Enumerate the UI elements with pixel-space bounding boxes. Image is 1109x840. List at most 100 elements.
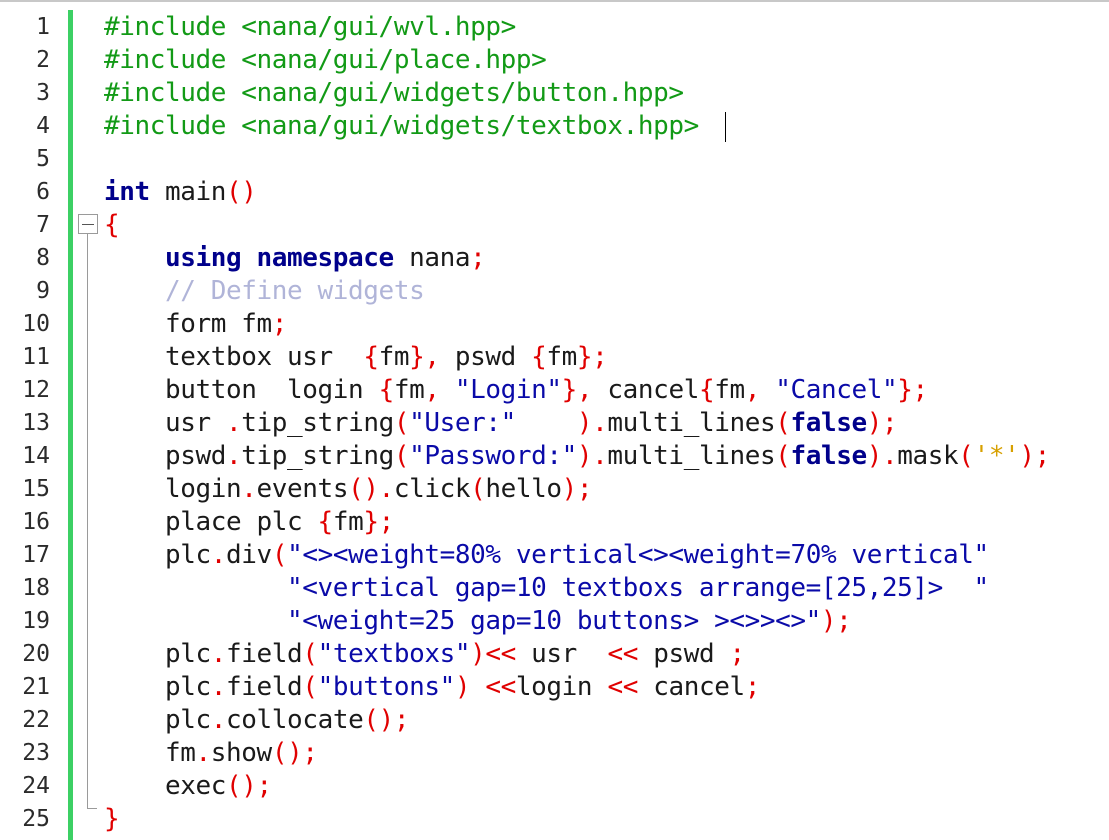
code-token: fm [104, 738, 196, 768]
code-line[interactable]: textbox usr {fm}, pswd {fm}; [104, 341, 608, 374]
code-token: usr [515, 639, 608, 669]
code-line[interactable]: form fm; [104, 308, 287, 341]
code-token: ( [775, 441, 791, 471]
code-token: . [210, 672, 227, 702]
code-token: }; [897, 375, 928, 405]
line-number-gutter: 1 2 3 4 5 6 7 8 9 10 11 12 13 14 15 16 17 18 19 20 21 22 23 24 2… [0, 0, 68, 840]
code-token: ). [576, 441, 608, 471]
code-line[interactable]: plc.div("<><weight=80% vertical<><weight… [104, 539, 989, 572]
code-line[interactable]: // Define widgets [104, 275, 425, 308]
code-token: () [226, 177, 257, 207]
line-number: 15 [22, 476, 50, 502]
code-token: ( [775, 408, 791, 438]
code-token: place plc [104, 507, 318, 537]
code-token: }; [576, 342, 608, 372]
code-line[interactable]: plc.field("textboxs")<< usr << pswd ; [104, 638, 745, 671]
code-line[interactable]: { [104, 209, 120, 242]
code-token: fm [332, 507, 364, 537]
code-line[interactable]: "<vertical gap=10 textboxs arrange=[25,2… [104, 572, 989, 605]
text-caret [725, 112, 726, 142]
code-token: click [393, 474, 471, 504]
code-token: ). [866, 441, 898, 471]
code-token: main [149, 177, 227, 207]
code-line[interactable]: #include <nana/gui/place.hpp> [104, 44, 547, 77]
code-token: plc [104, 639, 211, 669]
code-token: ; [729, 639, 745, 669]
line-number: 23 [22, 740, 50, 766]
code-line[interactable]: } [104, 803, 120, 836]
code-line[interactable]: plc.collocate(); [104, 704, 409, 737]
code-token: "textboxs" [317, 639, 471, 669]
code-token: . [210, 639, 227, 669]
code-line[interactable]: #include <nana/gui/widgets/textbox.hpp> [104, 110, 699, 143]
code-token: false [790, 441, 867, 471]
code-line[interactable]: #include <nana/gui/wvl.hpp> [104, 11, 516, 44]
code-token: )<< [470, 639, 516, 669]
code-token: "<vertical gap=10 textboxs arrange=[25,2… [287, 573, 989, 603]
code-token: ); [561, 474, 593, 504]
code-token: show [210, 738, 272, 768]
code-token: "<weight=25 gap=10 buttons> ><>><>" [287, 606, 821, 636]
line-number: 12 [22, 377, 50, 403]
code-token: #include <nana/gui/widgets/textbox.hpp> [104, 111, 699, 141]
code-token: #include <nana/gui/widgets/button.hpp> [104, 78, 684, 108]
code-token: hello [485, 474, 562, 504]
code-token: pswd [104, 441, 227, 471]
line-number: 24 [22, 773, 50, 799]
code-editor[interactable]: 1 2 3 4 5 6 7 8 9 10 11 12 13 14 15 16 17 18 19 20 21 22 23 24 2… [0, 0, 1109, 840]
code-token: { [317, 507, 334, 537]
fold-collapse-icon[interactable] [78, 214, 98, 234]
code-token: (). [348, 474, 394, 504]
code-token: . [195, 738, 212, 768]
code-token: multi_lines [607, 408, 776, 438]
code-token: '*' [973, 441, 1020, 471]
code-token: ; [271, 309, 288, 339]
line-number: 10 [22, 311, 50, 337]
fold-guide-line [87, 234, 88, 809]
code-token: { [104, 210, 120, 240]
code-line[interactable]: usr .tip_string("User:" ).multi_lines(fa… [104, 407, 898, 440]
code-token: . [241, 474, 257, 504]
code-token: ( [393, 408, 410, 438]
code-token: (); [271, 738, 318, 768]
code-token: fm [393, 375, 425, 405]
code-line[interactable]: #include <nana/gui/widgets/button.hpp> [104, 77, 684, 110]
code-line[interactable]: "<weight=25 gap=10 buttons> ><>><>"); [104, 605, 852, 638]
code-line[interactable]: int main() [104, 176, 257, 209]
code-line[interactable]: exec(); [104, 770, 272, 803]
code-token: , [744, 375, 761, 405]
line-number: 14 [22, 443, 50, 469]
code-token: "buttons" [317, 672, 456, 702]
line-number: 20 [22, 641, 50, 667]
code-line[interactable]: fm.show(); [104, 737, 318, 770]
code-line[interactable]: using namespace nana; [104, 242, 486, 275]
code-line[interactable]: button login {fm, "Login"}, cancel{fm, "… [104, 374, 928, 407]
code-token: . [210, 705, 227, 735]
code-token: "Login" [454, 375, 562, 405]
code-token: }, [409, 342, 440, 372]
code-token: ; [744, 672, 761, 702]
code-token: "<><weight=80% vertical<><weight=70% ver… [287, 540, 989, 570]
code-token: textbox usr [104, 342, 364, 372]
code-token: { [378, 375, 395, 405]
line-number: 22 [22, 707, 50, 733]
code-token: usr [104, 408, 227, 438]
code-token: ); [1019, 441, 1050, 471]
line-number: 21 [22, 674, 50, 700]
code-line[interactable]: plc.field("buttons") <<login << cancel; [104, 671, 760, 704]
line-number: 16 [22, 509, 50, 535]
code-token: plc [104, 540, 211, 570]
line-number: 25 [22, 806, 50, 832]
line-number: 3 [36, 80, 50, 106]
code-token: ) [454, 672, 471, 702]
code-token: tip_string [241, 441, 394, 471]
code-token: }; [363, 507, 394, 537]
line-number: 7 [36, 212, 50, 238]
code-line[interactable]: login.events().click(hello); [104, 473, 593, 506]
code-line[interactable]: pswd.tip_string("Password:").multi_lines… [104, 440, 1050, 473]
line-number: 2 [36, 47, 50, 73]
code-line[interactable]: place plc {fm}; [104, 506, 394, 539]
line-number: 1 [36, 14, 50, 40]
